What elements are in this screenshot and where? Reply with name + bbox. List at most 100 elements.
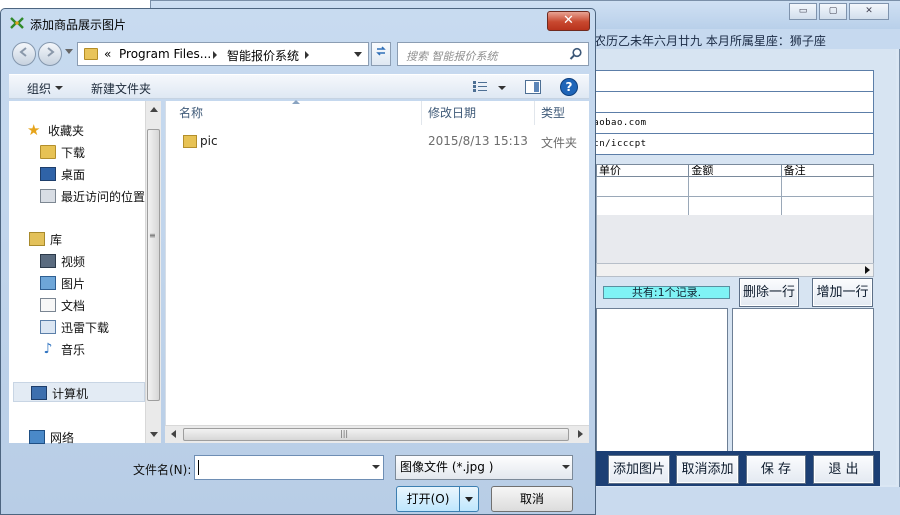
grid-cell[interactable]	[595, 176, 690, 197]
dialog-title: 添加商品展示图片	[30, 18, 127, 32]
minimize-button[interactable]: ▭	[789, 3, 817, 20]
music-icon: ♪	[43, 341, 53, 357]
grid-cell[interactable]	[688, 196, 782, 217]
nav-item-thunder-downloads[interactable]: 迅雷下载	[40, 317, 109, 337]
cancel-button[interactable]: 取消	[491, 486, 573, 512]
computer-icon	[31, 386, 47, 400]
back-button[interactable]	[12, 42, 36, 66]
nav-item-label: 下载	[61, 145, 86, 160]
recent-locations-dropdown-icon[interactable]	[65, 49, 73, 54]
file-name-dropdown-icon[interactable]	[372, 465, 380, 469]
dialog-close-button[interactable]: ✕	[547, 11, 590, 31]
open-button[interactable]: 打开(O)	[396, 486, 460, 512]
nav-item-videos[interactable]: 视频	[40, 251, 85, 271]
star-icon: ★	[27, 121, 41, 139]
organize-menu[interactable]: 组织	[27, 80, 51, 97]
file-name: pic	[200, 134, 218, 148]
grid-cell[interactable]	[780, 176, 875, 197]
nav-item-desktop[interactable]: 桌面	[40, 164, 85, 184]
nav-pane-vertical-scrollbar[interactable]: ≡	[145, 101, 161, 443]
grid-cell[interactable]	[688, 176, 782, 197]
file-open-dialog: 添加商品展示图片 ✕ « Program Files... 智能报价系统 搜索 …	[0, 8, 596, 515]
breadcrumb-separator-icon[interactable]	[305, 51, 309, 59]
file-type-select[interactable]: 图像文件 (*.jpg )	[395, 455, 573, 480]
nav-item-downloads[interactable]: 下载	[40, 142, 85, 162]
close-button[interactable]: ✕	[849, 3, 889, 20]
grid-cell[interactable]	[780, 196, 875, 217]
grid-header-remark[interactable]: 备注	[780, 164, 875, 177]
file-row[interactable]: pic 2015/8/13 15:13 文件夹	[166, 132, 590, 152]
grid-horizontal-scrollbar[interactable]	[596, 263, 874, 277]
view-options-dropdown-icon[interactable]	[498, 86, 506, 90]
search-input[interactable]: 搜索 智能报价系统	[397, 42, 589, 66]
search-icon[interactable]	[569, 47, 583, 61]
grid-header-unit-price[interactable]: 单价	[595, 164, 690, 177]
file-type: 文件夹	[541, 136, 578, 150]
new-folder-button[interactable]: 新建文件夹	[91, 80, 151, 97]
product-grid: 单价 金额 备注	[595, 164, 875, 217]
recent-places-icon	[40, 189, 56, 203]
cancel-add-button[interactable]: 取消添加	[676, 455, 739, 484]
chevron-down-icon[interactable]	[55, 86, 63, 90]
search-placeholder: 搜索 智能报价系统	[406, 50, 498, 63]
grid-empty-area	[596, 215, 874, 263]
grid-row[interactable]	[595, 196, 875, 217]
nav-item-music[interactable]: ♪ 音乐	[40, 339, 85, 359]
forward-button[interactable]	[38, 42, 62, 66]
arrow-left-icon	[19, 47, 27, 57]
scroll-up-arrow-icon[interactable]	[150, 107, 158, 112]
column-header-type[interactable]: 类型	[535, 101, 590, 125]
nav-item-label: 音乐	[61, 342, 86, 357]
file-name-input[interactable]	[194, 455, 384, 480]
exit-button[interactable]: 退 出	[813, 455, 874, 484]
navigation-pane: ★ 收藏夹 下载 桌面 最近访问的位置 库 视频 图片 文档 迅雷下载 ♪ 音乐…	[9, 101, 161, 445]
breadcrumb-program-files[interactable]: Program Files...	[119, 47, 211, 61]
nav-item-computer[interactable]: 计算机	[31, 383, 88, 403]
nav-item-recent-places[interactable]: 最近访问的位置	[40, 186, 145, 206]
nav-item-label: 文档	[61, 298, 86, 313]
lunar-date-text: 农历乙未年六月廿九 本月所属星座：狮子座	[594, 34, 826, 48]
maximize-button[interactable]: ▢	[819, 3, 847, 20]
help-icon[interactable]: ?	[560, 78, 578, 96]
address-dropdown-icon[interactable]	[354, 52, 362, 57]
grid-cell[interactable]	[595, 196, 690, 217]
nav-item-favorites[interactable]: ★ 收藏夹	[27, 120, 84, 140]
file-date: 2015/8/13 15:13	[428, 134, 528, 148]
delete-row-button[interactable]: 删除一行	[739, 278, 799, 307]
refresh-button[interactable]	[371, 42, 391, 66]
picture-icon	[40, 276, 56, 290]
address-overflow-chevron[interactable]: «	[104, 47, 111, 61]
image-preview-panel	[732, 308, 874, 452]
column-header-date-modified[interactable]: 修改日期	[422, 101, 535, 125]
grid-row[interactable]	[595, 176, 875, 197]
nav-item-network[interactable]: 网络	[29, 427, 74, 447]
scrollbar-thumb[interactable]	[147, 129, 160, 401]
library-icon	[29, 232, 45, 246]
scrollbar-grip-icon: |||	[340, 429, 349, 438]
column-header-name[interactable]: 名称	[166, 101, 422, 125]
scrollbar-thumb[interactable]: |||	[183, 428, 569, 441]
image-list-panel[interactable]	[596, 308, 728, 452]
nav-item-pictures[interactable]: 图片	[40, 273, 85, 293]
file-list-horizontal-scrollbar[interactable]: |||	[165, 425, 589, 443]
breadcrumb-current-folder[interactable]: 智能报价系统	[227, 47, 299, 64]
preview-pane-icon[interactable]	[525, 80, 541, 94]
add-row-button[interactable]: 增加一行	[812, 278, 873, 307]
scroll-down-arrow-icon[interactable]	[150, 432, 158, 437]
nav-item-label: 最近访问的位置	[61, 189, 146, 204]
scroll-right-arrow-icon[interactable]	[578, 430, 583, 438]
scroll-left-arrow-icon[interactable]	[171, 430, 176, 438]
scroll-right-arrow-icon[interactable]	[865, 266, 870, 274]
save-button[interactable]: 保 存	[746, 455, 806, 484]
open-options-dropdown-button[interactable]	[459, 486, 479, 512]
grid-header-amount[interactable]: 金额	[688, 164, 782, 177]
window-controls: ▭ ▢ ✕	[787, 3, 889, 20]
nav-item-libraries[interactable]: 库	[29, 229, 62, 249]
nav-item-documents[interactable]: 文档	[40, 295, 85, 315]
file-type-dropdown-icon[interactable]	[562, 465, 570, 469]
breadcrumb-separator-icon[interactable]	[213, 51, 217, 59]
view-mode-icon[interactable]	[473, 81, 487, 92]
address-bar[interactable]: « Program Files... 智能报价系统	[77, 42, 369, 66]
add-image-button[interactable]: 添加图片	[608, 455, 670, 484]
network-icon	[29, 430, 45, 444]
